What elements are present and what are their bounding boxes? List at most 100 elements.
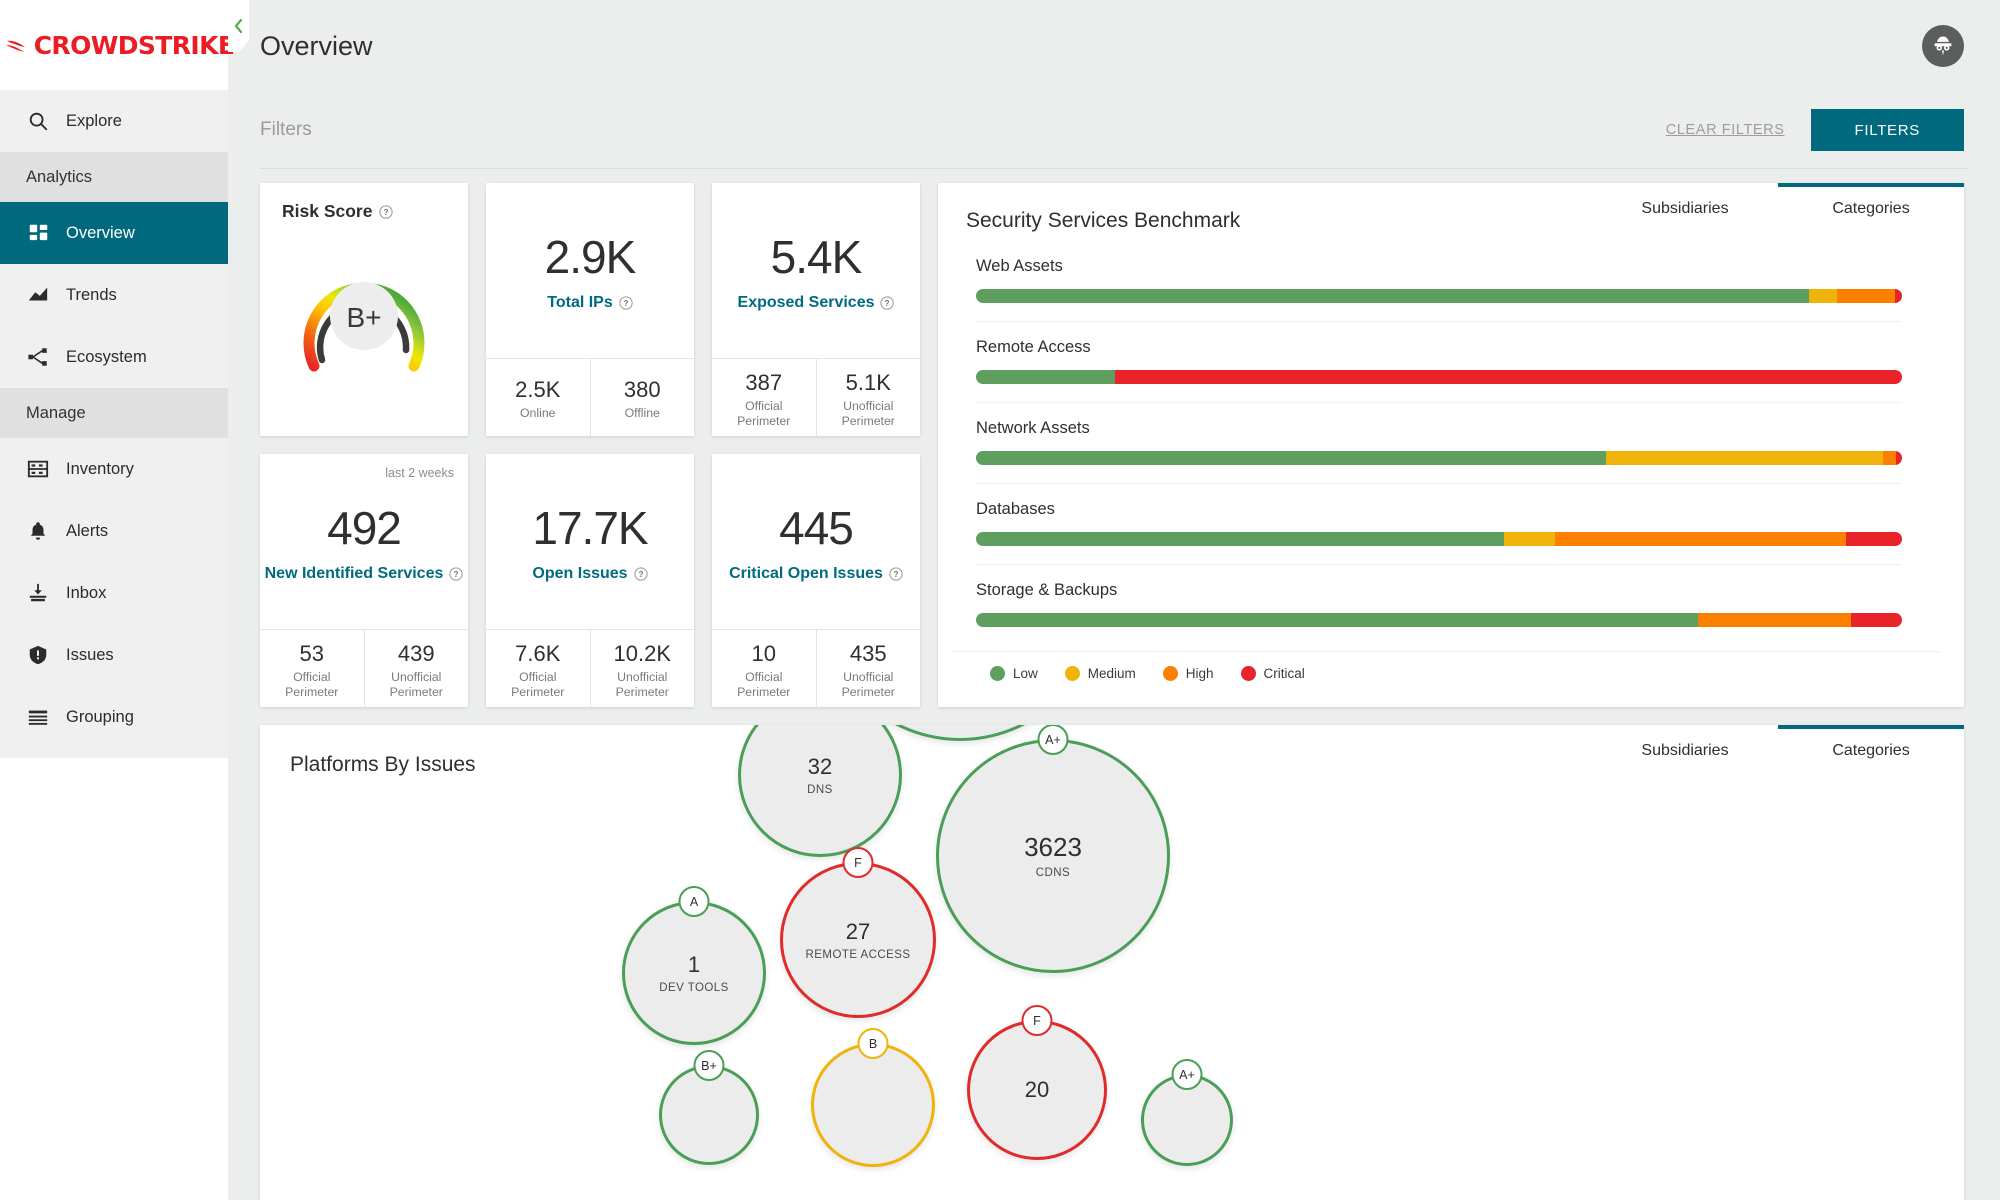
bubble-disc: 32 DNS bbox=[738, 725, 902, 857]
bubble-grade-badge: A+ bbox=[1171, 1059, 1203, 1090]
bubble-dev-tools[interactable]: 1 DEV TOOLS A bbox=[622, 886, 766, 1045]
bubble-unlabeled[interactable]: 20 F bbox=[967, 1005, 1107, 1160]
security-services-benchmark-card: Subsidiaries Categories Security Service… bbox=[938, 183, 1964, 707]
kpi-label-link[interactable]: New Identified Services ? bbox=[265, 565, 464, 583]
bubble-unlabeled[interactable]: B+ bbox=[659, 1050, 759, 1165]
bubble-unlabeled[interactable]: B bbox=[811, 1028, 935, 1167]
kpi-card-critical-open-issues: 445 Critical Open Issues ? 10 Official P… bbox=[712, 454, 920, 707]
brand-logo[interactable]: CROWDSTRIKE bbox=[0, 0, 235, 90]
sidebar-group-manage: Manage bbox=[0, 388, 228, 438]
kpi-value: 5.4K bbox=[770, 230, 863, 283]
sidebar: CROWDSTRIKE Explore Analytics Overview T… bbox=[0, 0, 235, 1200]
help-circle-icon[interactable]: ? bbox=[880, 295, 895, 310]
legend-item[interactable]: Low bbox=[990, 666, 1038, 681]
tab-categories[interactable]: Categories bbox=[1778, 183, 1964, 231]
bubble-remote-access[interactable]: 27 REMOTE ACCESS F bbox=[780, 847, 936, 1018]
page-title: Overview bbox=[260, 30, 373, 61]
help-circle-icon[interactable]: ? bbox=[619, 295, 633, 310]
kpi-sub-stat: 2.5K Online bbox=[486, 359, 590, 436]
bubble-disc: 20 bbox=[967, 1020, 1107, 1160]
tab-subsidiaries[interactable]: Subsidiaries bbox=[1592, 183, 1778, 231]
help-circle-icon[interactable]: ? bbox=[633, 566, 648, 581]
risk-score-title-row: Risk Score ? bbox=[260, 201, 468, 222]
sidebar-group-analytics: Analytics bbox=[0, 152, 228, 202]
benchmark-stacked-bar[interactable] bbox=[976, 289, 1902, 303]
benchmark-row-label: Databases bbox=[976, 500, 1055, 518]
benchmark-stacked-bar[interactable] bbox=[976, 532, 1902, 546]
kpi-sub-label: Unofficial Perimeter bbox=[389, 670, 443, 699]
server-icon bbox=[26, 457, 50, 481]
benchmark-row-label: Storage & Backups bbox=[976, 581, 1118, 599]
benchmark-stacked-bar[interactable] bbox=[976, 451, 1902, 465]
svg-text:?: ? bbox=[638, 569, 643, 578]
brand-name: CROWDSTRIKE bbox=[33, 30, 235, 60]
sidebar-group-label: Analytics bbox=[26, 167, 93, 186]
chart-line-icon bbox=[26, 283, 50, 307]
benchmark-bar-segment-high bbox=[1837, 289, 1895, 303]
benchmark-bar-segment-critical bbox=[1895, 451, 1902, 465]
benchmark-bar-segment-medium bbox=[1809, 289, 1838, 303]
benchmark-bar-segment-low bbox=[976, 532, 1504, 546]
benchmark-stacked-bar[interactable] bbox=[976, 370, 1902, 384]
kpi-sub-stat: 5.1K Unofficial Perimeter bbox=[815, 359, 921, 436]
filters-button[interactable]: FILTERS bbox=[1810, 109, 1964, 151]
kpi-value: 445 bbox=[779, 501, 854, 554]
bubble-dns[interactable]: 32DNSA+ bbox=[738, 725, 902, 857]
kpi-sub-stat: 380 Offline bbox=[589, 359, 695, 436]
help-circle-icon[interactable]: ? bbox=[889, 566, 903, 581]
filters-label: Filters bbox=[260, 119, 312, 140]
sidebar-item-label: Ecosystem bbox=[66, 347, 147, 366]
kpi-label-link[interactable]: Critical Open Issues ? bbox=[729, 565, 903, 583]
sidebar-item-ecosystem[interactable]: Ecosystem bbox=[0, 326, 228, 388]
help-circle-icon[interactable]: ? bbox=[379, 204, 394, 219]
benchmark-legend: Low Medium High Critical bbox=[952, 651, 1940, 681]
bubble-grade-badge: F bbox=[842, 847, 874, 878]
sidebar-item-inventory[interactable]: Inventory bbox=[0, 438, 228, 500]
kpi-grid: Risk Score ? B+ 2.9K Total IPs ? 2.5K On… bbox=[260, 183, 920, 707]
bubble-unlabeled[interactable]: A+ bbox=[1141, 1059, 1233, 1166]
legend-item[interactable]: High bbox=[1162, 666, 1214, 681]
legend-label: Critical bbox=[1263, 666, 1305, 681]
benchmark-bar-segment-critical bbox=[1846, 532, 1902, 546]
kpi-sub-stat: 10 Official Perimeter bbox=[712, 630, 816, 707]
kpi-card-open-issues: 17.7K Open Issues ? 7.6K Official Perime… bbox=[486, 454, 694, 707]
kpi-sub-label: Unofficial Perimeter bbox=[841, 399, 895, 428]
bubble-grade-badge: B bbox=[857, 1028, 889, 1059]
sidebar-item-alerts[interactable]: Alerts bbox=[0, 500, 228, 562]
sidebar-item-issues[interactable]: Issues bbox=[0, 624, 228, 686]
bubble-disc: 3623 CDNS bbox=[936, 739, 1170, 973]
kpi-label-link[interactable]: Open Issues ? bbox=[532, 564, 648, 583]
kpi-label-link[interactable]: Exposed Services ? bbox=[738, 294, 895, 312]
benchmark-rows: Web Assets Remote Access Network Assets Dat… bbox=[938, 233, 1964, 645]
clear-filters-link[interactable]: CLEAR FILTERS bbox=[1666, 122, 1785, 138]
sidebar-item-trends[interactable]: Trends bbox=[0, 264, 228, 326]
legend-item[interactable]: Critical bbox=[1240, 666, 1305, 681]
shield-exclamation-icon bbox=[26, 643, 50, 667]
bubble-cdns[interactable]: 3623 CDNS A+ bbox=[936, 725, 1170, 973]
svg-text:?: ? bbox=[623, 298, 628, 307]
risk-score-title: Risk Score bbox=[282, 201, 373, 221]
sidebar-item-inbox[interactable]: Inbox bbox=[0, 562, 228, 624]
sidebar-item-overview[interactable]: Overview bbox=[0, 202, 228, 264]
svg-text:?: ? bbox=[384, 207, 389, 216]
benchmark-bar-segment-medium bbox=[1503, 532, 1555, 546]
risk-score-gauge: B+ bbox=[260, 232, 468, 382]
kpi-label-link[interactable]: Total IPs ? bbox=[547, 294, 633, 312]
kpi-sub-value: 5.1K bbox=[845, 369, 891, 395]
help-circle-icon[interactable]: ? bbox=[449, 566, 464, 581]
benchmark-row: Storage & Backups bbox=[976, 565, 1902, 645]
sidebar-item-label: Explore bbox=[66, 111, 122, 130]
avatar[interactable] bbox=[1922, 25, 1964, 67]
benchmark-stacked-bar[interactable] bbox=[976, 613, 1902, 627]
sidebar-item-explore[interactable]: Explore bbox=[0, 90, 228, 152]
legend-item[interactable]: Medium bbox=[1064, 666, 1136, 681]
benchmark-row-label: Remote Access bbox=[976, 338, 1091, 356]
kpi-sub-value: 439 bbox=[397, 640, 435, 666]
kpi-sub-value: 435 bbox=[849, 640, 887, 666]
bubble-disc bbox=[811, 1043, 935, 1167]
bubble-label: DEV TOOLS bbox=[659, 982, 729, 995]
bubble-label: CDNS bbox=[1035, 867, 1071, 880]
kpi-label-text: Open Issues bbox=[532, 564, 628, 582]
kpi-label-text: New Identified Services bbox=[264, 564, 444, 582]
sidebar-item-grouping[interactable]: Grouping bbox=[0, 686, 228, 748]
